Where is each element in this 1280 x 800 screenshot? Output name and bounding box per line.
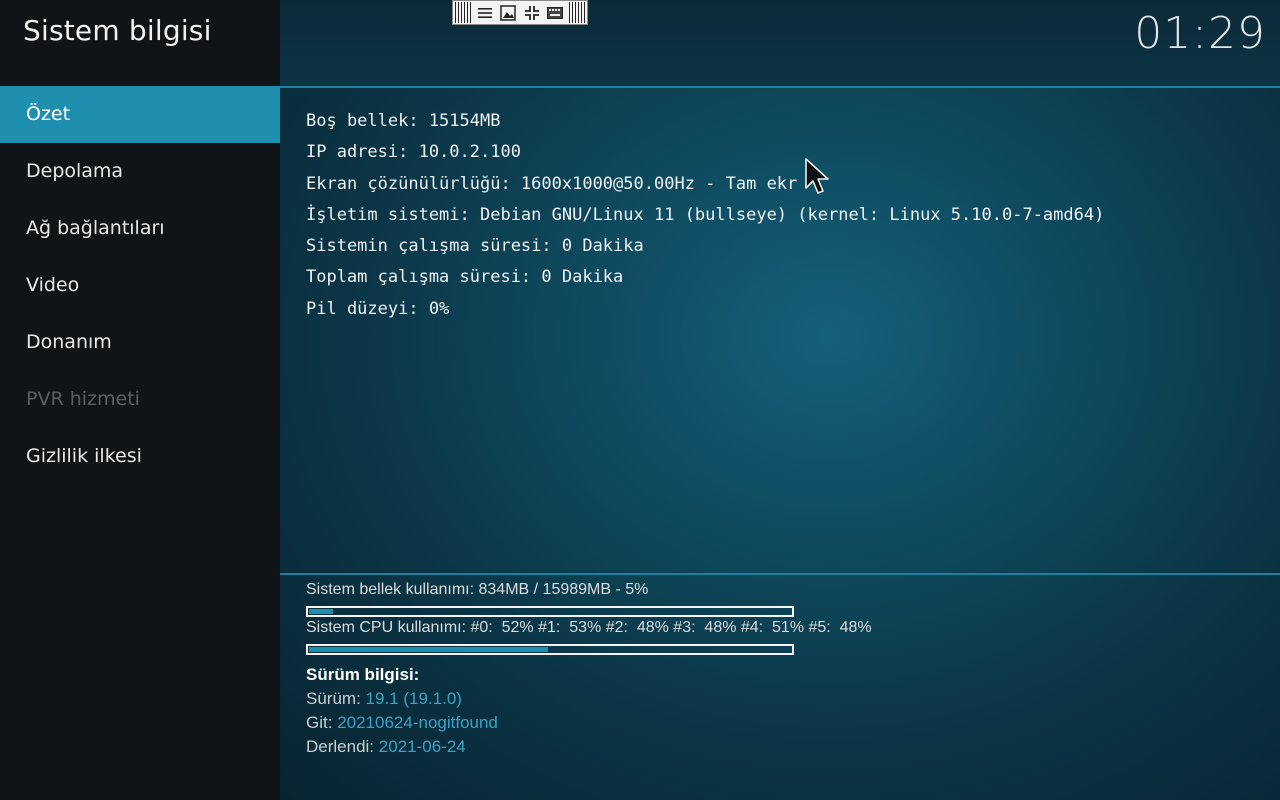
keyboard-icon[interactable]: [546, 4, 564, 22]
bottom-divider: [280, 573, 1280, 575]
build-date-key: Derlendi:: [306, 737, 375, 756]
version-info: Sürüm bilgisi: Sürüm: 19.1 (19.1.0) Git:…: [306, 664, 498, 760]
menu-icon[interactable]: [476, 4, 494, 22]
cpu-usage-bar: [306, 644, 794, 655]
cpu-usage-fill: [309, 647, 548, 652]
sidebar-nav: Özet Depolama Ağ bağlantıları Video Dona…: [0, 86, 280, 485]
info-system-uptime: Sistemin çalışma süresi: 0 Dakika: [306, 236, 644, 257]
build-date-row: Derlendi: 2021-06-24: [306, 736, 498, 760]
sidebar-item-pvr-hizmeti: PVR hizmeti: [26, 388, 140, 410]
version-value: 19.1 (19.1.0): [365, 689, 462, 708]
version-title: Sürüm bilgisi:: [306, 665, 420, 684]
sidebar-item-gizlilik-ilkesi[interactable]: Gizlilik ilkesi: [0, 428, 280, 485]
sidebar-item-video[interactable]: Video: [0, 257, 280, 314]
version-key: Sürüm:: [306, 689, 361, 708]
header-divider: [280, 86, 1280, 88]
mouse-cursor-icon: [805, 158, 831, 196]
sidebar-item-donanim[interactable]: Donanım: [0, 314, 280, 371]
git-value: 20210624-nogitfound: [337, 713, 498, 732]
memory-usage-bar: [306, 606, 794, 617]
summary-info: Boş bellek: 15154MB IP adresi: 10.0.2.10…: [306, 108, 1104, 327]
sidebar-item-depolama[interactable]: Depolama: [0, 143, 280, 200]
header-bar: [280, 0, 1280, 86]
info-battery-level: Pil düzeyi: 0%: [306, 298, 450, 319]
floating-toolbar: [452, 0, 588, 25]
image-icon[interactable]: [499, 4, 517, 22]
sidebar-item-ag-baglantilari[interactable]: Ağ bağlantıları: [0, 200, 280, 257]
shrink-icon[interactable]: [523, 4, 541, 22]
info-ip-address: IP adresi: 10.0.2.100: [306, 142, 521, 163]
app-root: Sistem bilgisi Özet Depolama Ağ bağlantı…: [0, 0, 1280, 800]
toolbar-grip-right[interactable]: [568, 2, 585, 23]
info-free-memory: Boş bellek: 15154MB: [306, 111, 501, 131]
clock: 01:29: [1134, 8, 1266, 59]
info-screen-resolution: Ekran çözünülürlüğü: 1600x1000@50.00Hz -…: [306, 173, 798, 194]
memory-usage-fill: [309, 609, 333, 614]
memory-usage-label: Sistem bellek kullanımı: 834MB / 15989MB…: [306, 581, 649, 598]
info-operating-system: İşletim sistemi: Debian GNU/Linux 11 (bu…: [306, 204, 1105, 225]
git-row: Git: 20210624-nogitfound: [306, 712, 498, 736]
build-date-value: 2021-06-24: [378, 737, 466, 756]
git-key: Git:: [306, 713, 333, 732]
toolbar-grip-left[interactable]: [455, 2, 471, 23]
sidebar: Sistem bilgisi Özet Depolama Ağ bağlantı…: [0, 0, 280, 800]
sidebar-item-ozet[interactable]: Özet: [0, 86, 280, 143]
info-total-uptime: Toplam çalışma süresi: 0 Dakika: [306, 267, 624, 288]
cpu-usage-label: Sistem CPU kullanımı: #0: 52% #1: 53% #2…: [306, 619, 872, 636]
page-title: Sistem bilgisi: [23, 14, 212, 47]
version-row: Sürüm: 19.1 (19.1.0): [306, 688, 498, 712]
